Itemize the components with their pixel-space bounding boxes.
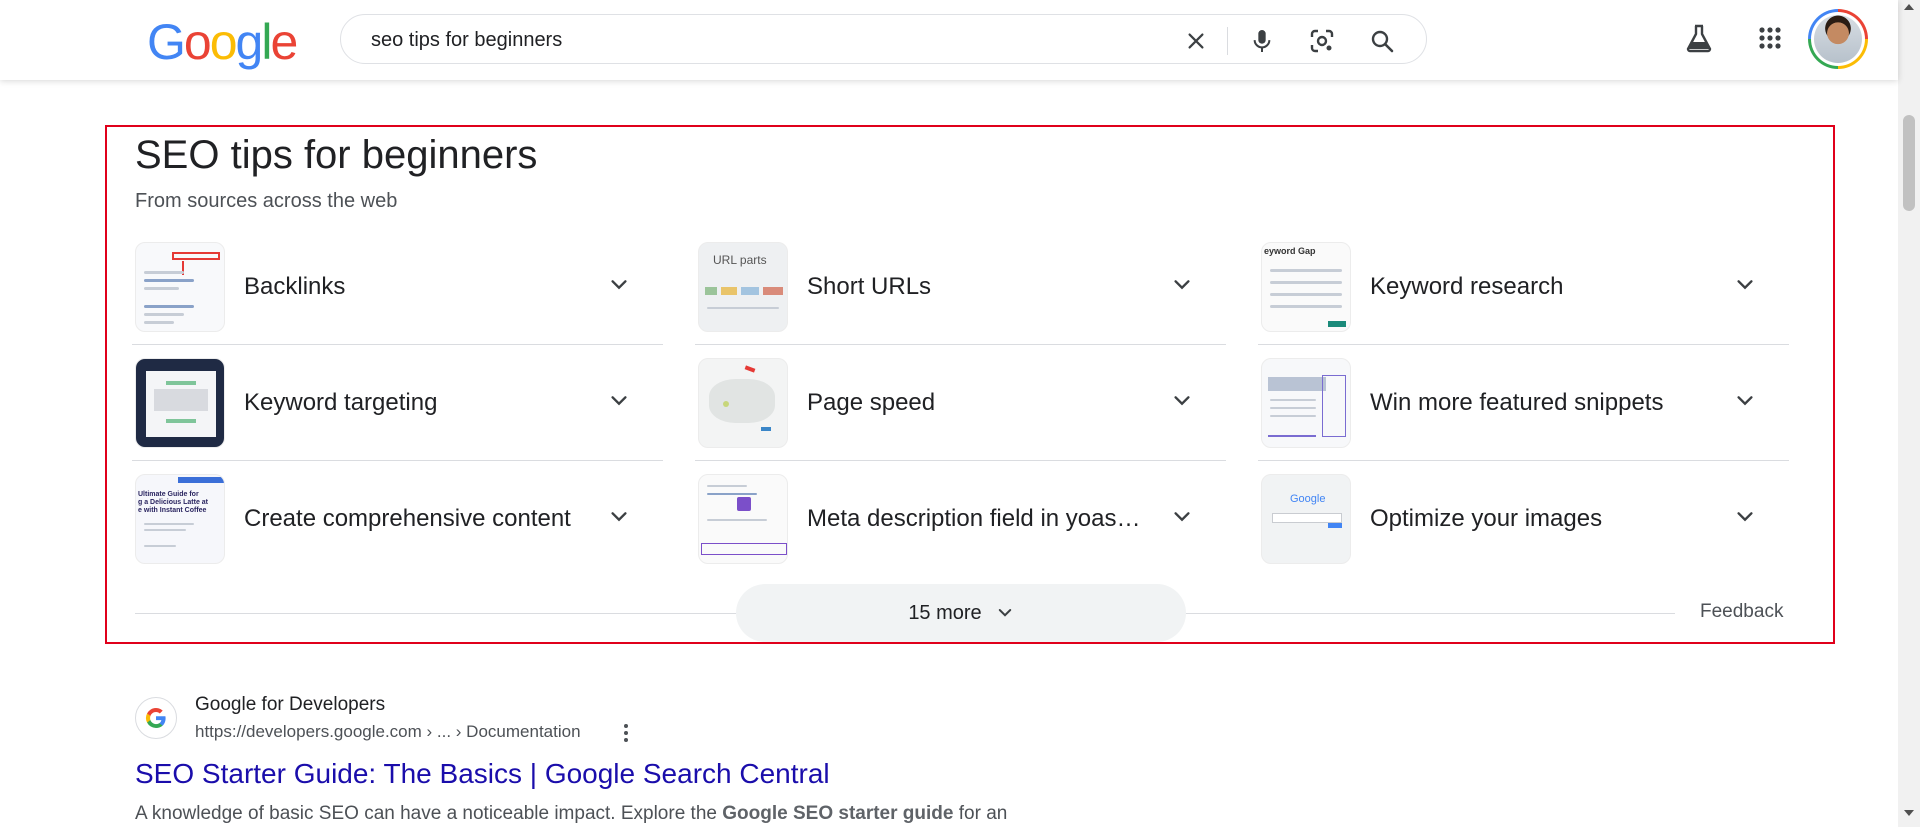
chevron-down-icon[interactable] [1171, 274, 1193, 296]
row-divider [695, 344, 1226, 345]
result-site-name[interactable]: Google for Developers [195, 694, 385, 716]
tip-thumbnail [698, 474, 788, 564]
chevron-down-icon[interactable] [608, 390, 630, 412]
tip-item-keyword-targeting[interactable]: Keyword targeting [132, 356, 663, 472]
tip-label: Create comprehensive content [244, 505, 571, 532]
logo-letter: o [209, 14, 238, 70]
google-logo[interactable]: Google [147, 14, 298, 70]
thumb-text: Ultimate Guide for g a Delicious Latte a… [138, 491, 209, 514]
tip-thumbnail [135, 358, 225, 448]
tip-thumbnail [698, 358, 788, 448]
tip-item-meta-description[interactable]: Meta description field in yoast… [698, 472, 1226, 588]
thumb-text: URL parts [713, 253, 767, 267]
row-divider [1258, 460, 1789, 461]
snippet-bold: Google SEO starter guide [722, 803, 954, 824]
logo-letter: l [261, 14, 272, 70]
clear-icon[interactable] [1183, 28, 1209, 54]
snippet-text-end: for an [953, 803, 1008, 824]
tip-label: Backlinks [244, 273, 346, 300]
tip-label: Page speed [807, 389, 936, 416]
logo-letter: e [270, 14, 298, 70]
row-divider [132, 460, 663, 461]
lens-icon[interactable] [1309, 28, 1335, 54]
search-divider [1227, 27, 1228, 55]
search-icon[interactable] [1369, 28, 1395, 54]
scroll-up-arrow[interactable] [1904, 4, 1914, 10]
scrollbar[interactable] [1898, 0, 1920, 827]
labs-flask-icon[interactable] [1681, 20, 1717, 56]
tip-label: Short URLs [807, 273, 932, 300]
tip-thumbnail: eyword Gap [1261, 242, 1351, 332]
tip-item-optimize-images[interactable]: Google Optimize your images [1261, 472, 1789, 588]
chevron-down-icon[interactable] [608, 506, 630, 528]
apps-grid-icon[interactable] [1752, 20, 1788, 56]
result-title-link[interactable]: SEO Starter Guide: The Basics | Google S… [135, 758, 830, 790]
chevron-down-icon [998, 609, 1011, 617]
tip-item-comprehensive-content[interactable]: Ultimate Guide for g a Delicious Latte a… [135, 472, 663, 588]
top-header: Google [0, 0, 1898, 80]
chevron-down-icon[interactable] [1171, 506, 1193, 528]
tip-thumbnail: Google [1261, 474, 1351, 564]
scroll-thumb[interactable] [1903, 115, 1915, 211]
chevron-down-icon[interactable] [1171, 390, 1193, 412]
microphone-icon[interactable] [1249, 28, 1275, 54]
tip-label: Optimize your images [1370, 505, 1603, 532]
result-url[interactable]: https://developers.google.com › ... › Do… [195, 722, 581, 742]
chevron-down-icon[interactable] [608, 274, 630, 296]
tip-item-keyword-research[interactable]: eyword Gap Keyword research [1258, 240, 1789, 356]
avatar[interactable] [1808, 9, 1868, 69]
profile-photo [1814, 15, 1862, 63]
show-more-label: 15 more [908, 601, 982, 624]
more-options-icon[interactable] [618, 722, 634, 744]
tip-label: Keyword targeting [244, 389, 438, 416]
feedback-link[interactable]: Feedback [1700, 601, 1783, 623]
row-divider [1258, 344, 1789, 345]
thumb-text: Google [1290, 493, 1326, 505]
tip-item-featured-snippets[interactable]: Win more featured snippets [1258, 356, 1789, 472]
thumb-text: eyword Gap [1264, 246, 1316, 256]
tip-item-page-speed[interactable]: Page speed [695, 356, 1226, 472]
panel-title: SEO tips for beginners [135, 133, 538, 177]
panel-subtitle: From sources across the web [135, 190, 398, 212]
row-divider [695, 460, 1226, 461]
show-more-button[interactable]: 15 more [736, 584, 1186, 642]
tip-label: Win more featured snippets [1370, 389, 1664, 416]
tip-thumbnail [135, 242, 225, 332]
tip-thumbnail: URL parts [698, 242, 788, 332]
snippet-text: A knowledge of basic SEO can have a noti… [135, 803, 723, 824]
tip-label: Meta description field in yoast… [807, 505, 1147, 532]
chevron-down-icon[interactable] [1734, 506, 1756, 528]
search-box [340, 14, 1427, 64]
logo-letter: o [183, 14, 212, 70]
tip-thumbnail [1261, 358, 1351, 448]
google-g-icon [145, 708, 166, 728]
tip-label: Keyword research [1370, 273, 1564, 300]
logo-letter: G [147, 14, 186, 70]
tip-item-backlinks[interactable]: Backlinks [132, 240, 663, 356]
tip-thumbnail: Ultimate Guide for g a Delicious Latte a… [135, 474, 225, 564]
search-input[interactable] [371, 28, 1151, 52]
row-divider [132, 344, 663, 345]
logo-letter: g [235, 14, 264, 70]
chevron-down-icon[interactable] [1734, 390, 1756, 412]
chevron-down-icon[interactable] [1734, 274, 1756, 296]
result-snippet: A knowledge of basic SEO can have a noti… [135, 803, 1007, 825]
tip-item-short-urls[interactable]: URL parts Short URLs [695, 240, 1226, 356]
google-favicon[interactable] [135, 697, 177, 739]
scroll-down-arrow[interactable] [1904, 810, 1914, 816]
